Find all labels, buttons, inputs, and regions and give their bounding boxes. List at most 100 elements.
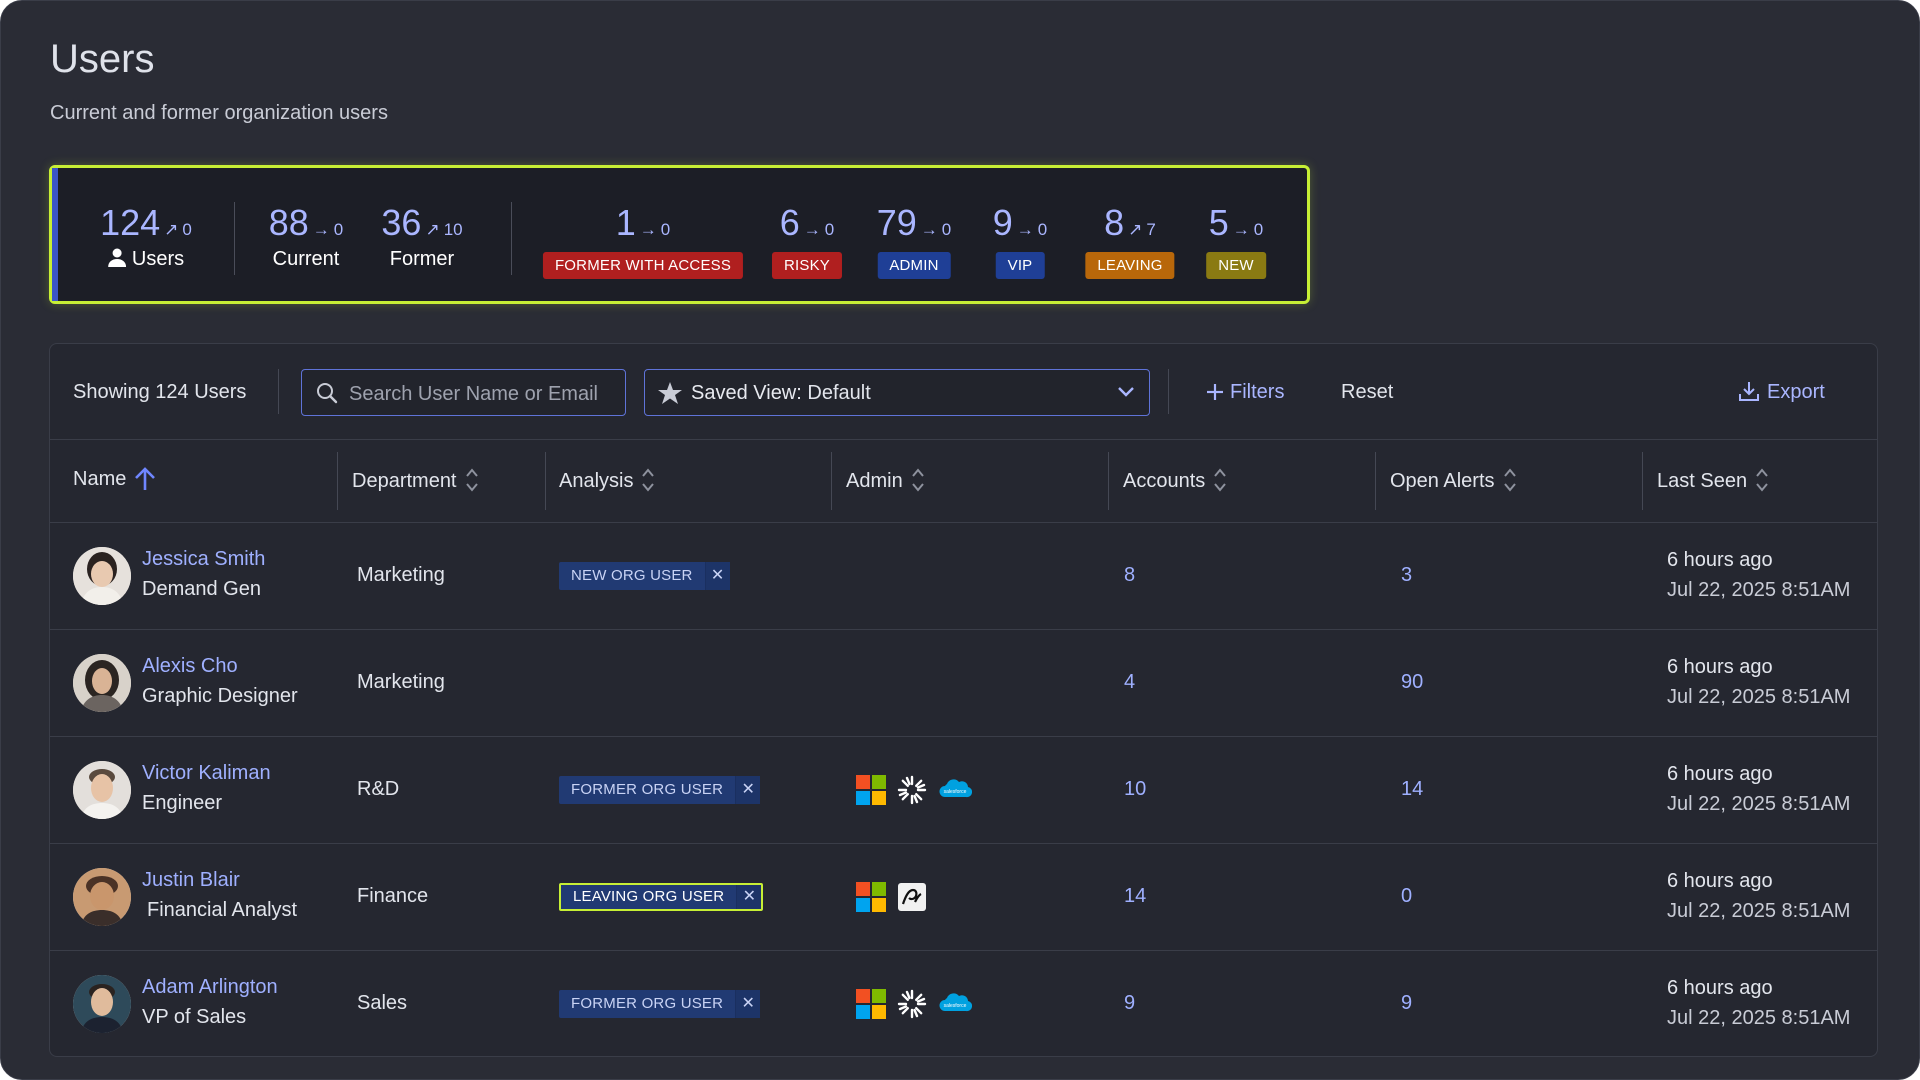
trend-flat-icon: →: [1016, 220, 1034, 239]
stat-new[interactable]: 5 → 0 NEW: [1206, 202, 1266, 279]
open-alerts-count[interactable]: 9: [1401, 992, 1412, 1015]
search-box[interactable]: [301, 369, 626, 416]
close-icon[interactable]: ✕: [735, 776, 761, 804]
user-title: VP of Sales: [142, 1006, 247, 1028]
department: Marketing: [357, 564, 445, 586]
saved-view-select[interactable]: Saved View: Default: [644, 369, 1150, 416]
user-title: Financial Analyst: [147, 899, 298, 921]
reset-button[interactable]: Reset: [1341, 381, 1393, 404]
last-seen-date: Jul 22, 2025 8:51AM: [1667, 900, 1851, 922]
last-seen-date: Jul 22, 2025 8:51AM: [1667, 686, 1851, 708]
search-input[interactable]: [347, 378, 616, 410]
stat-admin[interactable]: 79 → 0 ADMIN: [876, 202, 951, 279]
avatar: [73, 761, 131, 819]
close-icon[interactable]: ✕: [704, 562, 730, 590]
stat-value: 88: [268, 202, 309, 243]
app-icon: [897, 882, 927, 917]
column-header-open-alerts[interactable]: Open Alerts: [1390, 467, 1517, 499]
divider: [545, 452, 546, 510]
divider: [831, 452, 832, 510]
stat-badge: FORMER WITH ACCESS: [542, 252, 744, 279]
divider: [511, 202, 512, 275]
open-alerts-count[interactable]: 14: [1401, 778, 1423, 801]
table-row[interactable]: Jessica Smith Demand Gen Marketing NEW O…: [50, 523, 1877, 630]
user-name-link[interactable]: Alexis Cho: [142, 655, 238, 678]
user-title: Graphic Designer: [142, 685, 298, 707]
sort-icon: [465, 467, 479, 499]
department: Marketing: [357, 671, 445, 693]
stat-trend: 0: [824, 220, 835, 239]
user-name-link[interactable]: Justin Blair: [142, 869, 240, 892]
department: R&D: [357, 778, 400, 800]
accounts-count[interactable]: 9: [1124, 992, 1135, 1015]
stat-trend: 0: [333, 220, 344, 239]
last-seen-date: Jul 22, 2025 8:51AM: [1667, 1007, 1851, 1029]
accounts-count[interactable]: 10: [1124, 778, 1146, 801]
stat-former-users[interactable]: 36 ↗ 10 Former: [381, 202, 462, 271]
user-title: Engineer: [142, 792, 223, 814]
open-alerts-count[interactable]: 90: [1401, 671, 1423, 694]
stat-current-users[interactable]: 88 → 0 Current: [269, 202, 344, 271]
column-header-name[interactable]: Name: [73, 467, 156, 497]
microsoft-icon: [856, 989, 886, 1024]
sort-icon: [911, 467, 925, 499]
user-icon: [107, 248, 126, 273]
stat-trend: 10: [443, 220, 463, 239]
stat-trend: 0: [1037, 220, 1048, 239]
download-icon: [1739, 381, 1759, 407]
stat-vip[interactable]: 9 → 0 VIP: [993, 202, 1048, 279]
trend-flat-icon: →: [639, 220, 657, 239]
salesforce-icon: salesforce: [938, 992, 973, 1021]
table-row[interactable]: Justin Blair Financial Analyst Finance L…: [50, 844, 1877, 951]
close-icon[interactable]: ✕: [736, 885, 762, 909]
table-row[interactable]: Adam Arlington VP of Sales Sales FORMER …: [50, 951, 1877, 1056]
user-name-link[interactable]: Adam Arlington: [142, 976, 278, 999]
stat-leaving[interactable]: 8 ↗ 7 LEAVING: [1085, 202, 1175, 279]
stat-label: Current: [272, 248, 340, 270]
stat-badge: ADMIN: [877, 252, 951, 279]
trend-flat-icon: →: [1232, 220, 1250, 239]
user-name-link[interactable]: Victor Kaliman: [142, 762, 271, 785]
stat-value: 8: [1104, 202, 1125, 243]
last-seen-date: Jul 22, 2025 8:51AM: [1667, 579, 1851, 601]
accounts-count[interactable]: 8: [1124, 564, 1135, 587]
column-header-analysis[interactable]: Analysis: [559, 467, 655, 499]
export-button[interactable]: Export: [1739, 381, 1825, 407]
column-header-accounts[interactable]: Accounts: [1123, 467, 1227, 499]
admin-apps: salesforce: [856, 989, 973, 1024]
open-alerts-count[interactable]: 0: [1401, 885, 1412, 908]
table-row[interactable]: Alexis Cho Graphic Designer Marketing 4 …: [50, 630, 1877, 737]
stat-badge: NEW: [1206, 252, 1266, 279]
trend-flat-icon: →: [312, 220, 330, 239]
sort-icon: [641, 467, 655, 499]
stat-value: 79: [876, 202, 917, 243]
stat-value: 36: [381, 202, 422, 243]
column-header-last-seen[interactable]: Last Seen: [1657, 467, 1769, 499]
open-alerts-count[interactable]: 3: [1401, 564, 1412, 587]
column-header-admin[interactable]: Admin: [846, 467, 925, 499]
divider: [1642, 452, 1643, 510]
avatar: [73, 547, 131, 605]
app-window: Users Current and former organization us…: [0, 0, 1920, 1080]
last-seen-relative: 6 hours ago: [1667, 549, 1773, 571]
column-header-department[interactable]: Department: [352, 467, 479, 499]
accounts-count[interactable]: 14: [1124, 885, 1146, 908]
filters-button[interactable]: Filters: [1206, 381, 1284, 407]
accounts-count[interactable]: 4: [1124, 671, 1135, 694]
search-icon: [316, 382, 338, 409]
table-row[interactable]: Victor Kaliman Engineer R&D FORMER ORG U…: [50, 737, 1877, 844]
svg-text:salesforce: salesforce: [944, 789, 967, 795]
microsoft-icon: [856, 775, 886, 810]
trend-flat-icon: →: [920, 220, 938, 239]
stat-former-with-access[interactable]: 1 → 0 FORMER WITH ACCESS: [542, 202, 744, 279]
close-icon[interactable]: ✕: [735, 990, 761, 1018]
user-name-link[interactable]: Jessica Smith: [142, 548, 265, 571]
admin-apps: [856, 882, 927, 917]
stat-total-users[interactable]: 124 ↗ 0 Users: [100, 202, 192, 273]
sunburst-icon: [897, 775, 927, 810]
user-title: Demand Gen: [142, 578, 261, 600]
last-seen-relative: 6 hours ago: [1667, 977, 1773, 999]
last-seen-date: Jul 22, 2025 8:51AM: [1667, 793, 1851, 815]
stat-risky[interactable]: 6 → 0 RISKY: [771, 202, 843, 279]
star-icon: [658, 382, 682, 409]
